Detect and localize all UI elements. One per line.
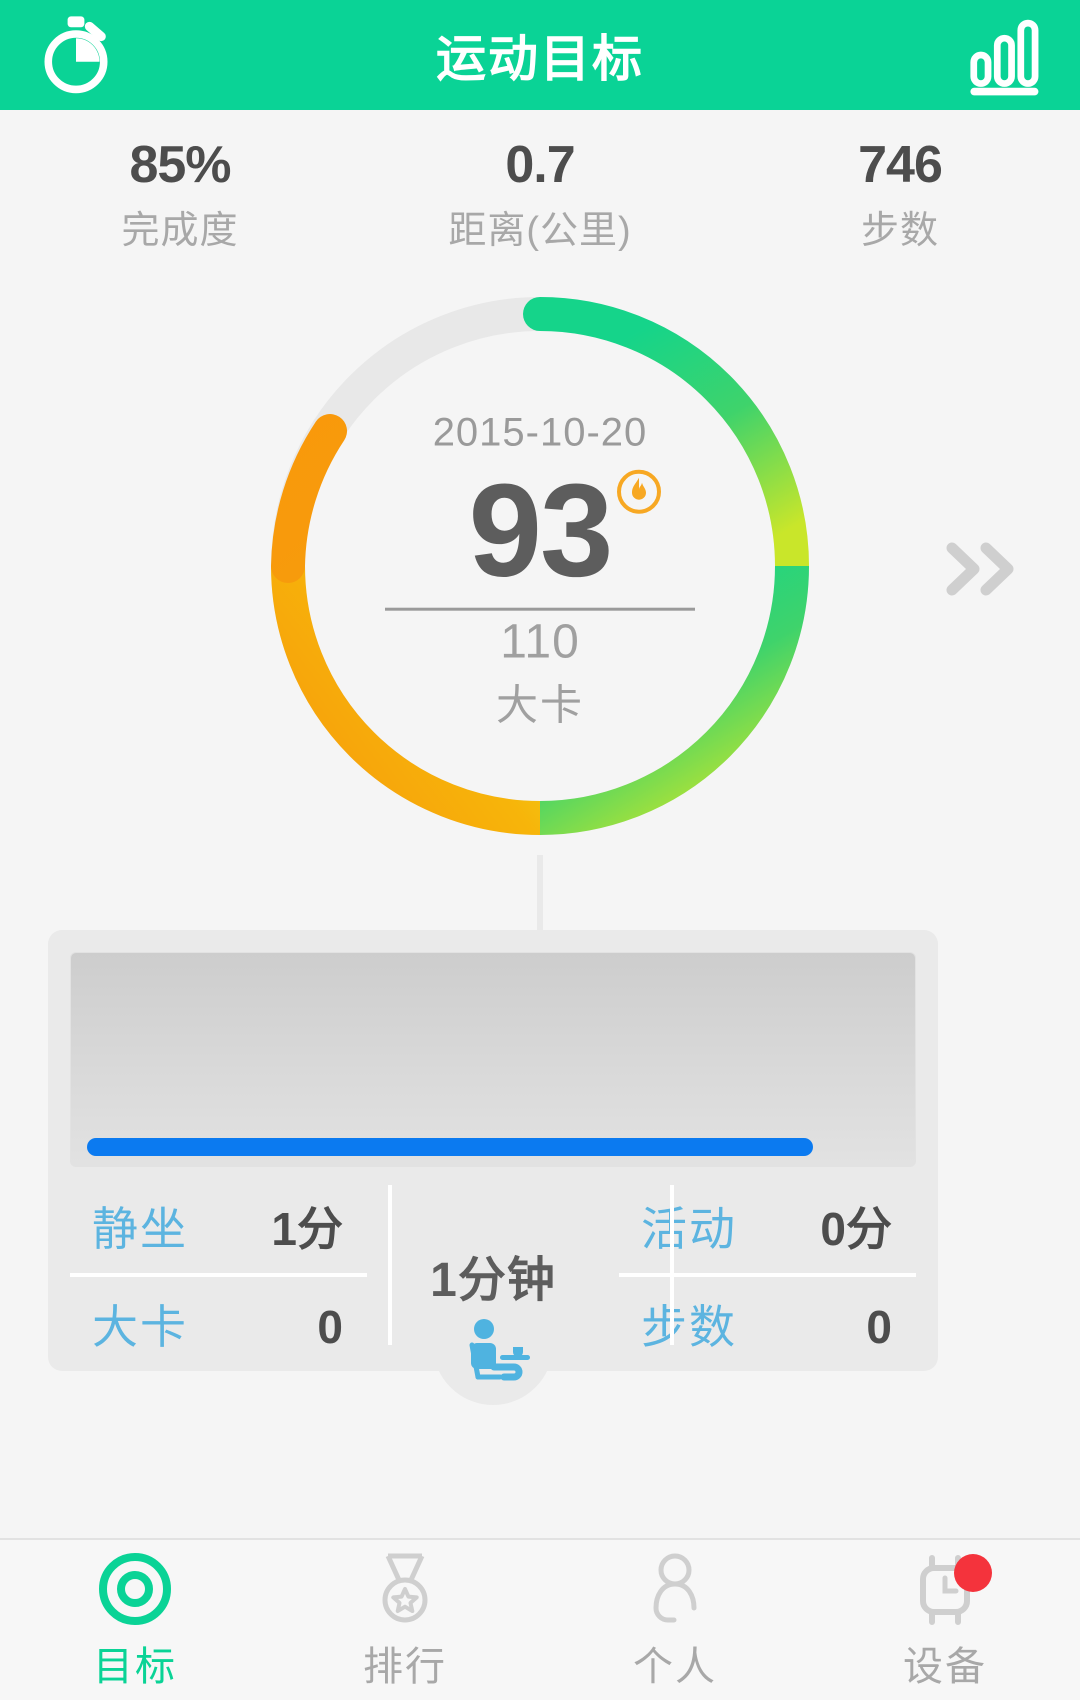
stat-distance: 0.7 距离(公里) — [360, 138, 720, 254]
ring-divider — [385, 607, 695, 611]
row-value: 0 — [866, 1301, 892, 1353]
activity-card[interactable]: 静坐 1分 大卡 0 1分钟 活动 0分 步数 0 — [48, 930, 938, 1405]
stat-row-calories: 大卡 0 — [70, 1277, 367, 1371]
grid-column-left: 静坐 1分 大卡 0 — [70, 1179, 367, 1371]
sitting-person-desk-icon[interactable] — [450, 1307, 536, 1393]
stat-row-sitting: 静坐 1分 — [70, 1179, 367, 1277]
nav-label: 排行 — [363, 1645, 447, 1689]
stopwatch-icon[interactable] — [34, 13, 118, 97]
ring-goal-value: 110 — [500, 615, 580, 669]
stat-value: 0.7 — [505, 136, 575, 194]
ring-unit-label: 大卡 — [495, 681, 584, 729]
grid-divider-left — [388, 1185, 392, 1345]
ring-date: 2015-10-20 — [432, 410, 648, 455]
row-value: 0分 — [820, 1203, 892, 1255]
ring-card-connector — [537, 855, 543, 933]
row-value: 1分 — [271, 1203, 343, 1255]
row-value: 0 — [317, 1301, 343, 1353]
card-notch — [433, 1319, 553, 1405]
ring-current-value: 93 — [468, 456, 614, 604]
row-label: 步数 — [641, 1301, 737, 1353]
row-label: 静坐 — [92, 1203, 188, 1255]
nav-item-goal[interactable]: 目标 — [0, 1540, 270, 1700]
app-header: 运动目标 — [0, 0, 1080, 110]
page-title: 运动目标 — [436, 31, 644, 87]
flame-icon — [617, 469, 662, 514]
nav-item-ranking[interactable]: 排行 — [270, 1540, 540, 1700]
bottom-navigation: 目标 排行 个人 设备 — [0, 1538, 1080, 1700]
double-chevron-right-icon[interactable] — [944, 540, 1022, 598]
stat-row-active: 活动 0分 — [619, 1179, 916, 1277]
nav-label: 个人 — [633, 1645, 717, 1689]
grid-divider-right — [670, 1185, 674, 1345]
stat-value: 85% — [129, 136, 231, 194]
stat-value: 746 — [858, 136, 943, 194]
grid-column-right: 活动 0分 步数 0 — [619, 1179, 916, 1371]
nav-label: 设备 — [903, 1645, 987, 1689]
stat-label: 距离(公里) — [448, 209, 632, 252]
medal-icon — [366, 1548, 444, 1630]
activity-bar — [87, 1138, 813, 1156]
nav-label: 目标 — [93, 1645, 177, 1689]
summary-stats: 85% 完成度 0.7 距离(公里) 746 步数 — [0, 110, 1080, 264]
stat-steps: 746 步数 — [720, 138, 1080, 254]
stat-completion: 85% 完成度 — [0, 138, 360, 254]
stat-label: 步数 — [860, 209, 939, 252]
nav-item-profile[interactable]: 个人 — [540, 1540, 810, 1700]
target-ring-icon — [96, 1548, 174, 1630]
row-label: 大卡 — [92, 1301, 188, 1353]
row-label: 活动 — [641, 1203, 737, 1255]
stat-label: 完成度 — [121, 209, 239, 252]
bar-chart-icon[interactable] — [962, 13, 1046, 97]
ring-center-content: 2015-10-20 93 110 大卡 — [375, 410, 705, 733]
stat-row-steps: 步数 0 — [619, 1277, 916, 1371]
device-badge-dot — [954, 1554, 992, 1592]
activity-chart-panel[interactable] — [70, 952, 916, 1167]
goal-ring-section: 2015-10-20 93 110 大卡 — [0, 268, 1080, 868]
person-icon — [636, 1548, 714, 1630]
ring-value-group: 93 — [468, 456, 662, 604]
nav-item-device[interactable]: 设备 — [810, 1540, 1080, 1700]
